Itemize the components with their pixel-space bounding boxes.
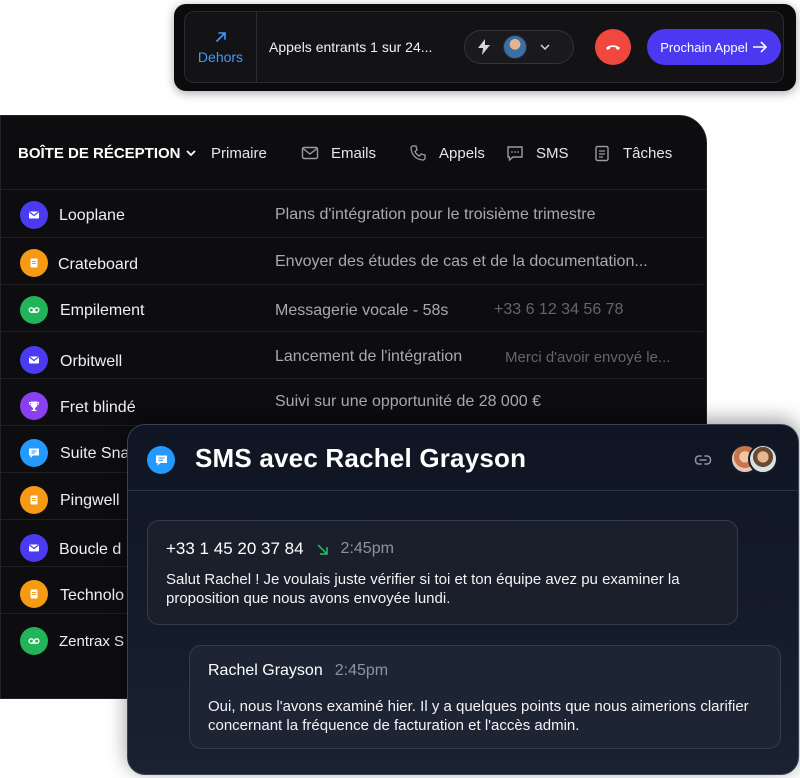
row-subject: Plans d'intégration pour le troisième tr… xyxy=(275,206,596,223)
message-text: Salut Rachel ! Je voulais juste vérifier… xyxy=(166,571,680,607)
mail-icon xyxy=(20,534,48,562)
sms-title: SMS avec Rachel Grayson xyxy=(195,443,527,473)
list-item[interactable]: Looplane Plans d'intégration pour le tro… xyxy=(1,191,703,238)
tab-label: Tâches xyxy=(623,144,673,162)
direction-toggle[interactable]: Dehors xyxy=(185,12,257,82)
tab-label: Primaire xyxy=(211,144,267,162)
message-bubble-incoming: +33 1 45 20 37 84 2:45pm Salut Rachel ! … xyxy=(147,520,738,625)
message-time: 2:45pm xyxy=(334,662,389,679)
lightning-icon xyxy=(478,39,490,55)
message-header: +33 1 45 20 37 84 2:45pm xyxy=(166,539,394,559)
chevron-down-icon xyxy=(185,150,196,157)
tab-tasks[interactable]: Tâches xyxy=(593,116,672,190)
mail-icon xyxy=(20,201,48,229)
avatar xyxy=(503,35,527,59)
avatar xyxy=(748,444,778,474)
inbox-title-dropdown[interactable]: BOÎTE DE RÉCEPTION xyxy=(18,116,197,190)
sms-conversation-panel: SMS avec Rachel Grayson +33 1 45 20 37 8… xyxy=(127,424,799,775)
row-company: Pingwell xyxy=(60,492,120,509)
tab-label: Appels xyxy=(439,144,485,162)
message-header: Rachel Grayson 2:45pm xyxy=(208,662,388,680)
row-company: Crateboard xyxy=(58,256,139,273)
row-company: Suite Sna xyxy=(60,445,130,462)
list-item[interactable]: Fret blindé Suivi sur une opportunité de… xyxy=(1,379,703,426)
tab-label: Emails xyxy=(331,144,377,162)
arrow-right-icon xyxy=(752,41,767,53)
sms-header: SMS avec Rachel Grayson xyxy=(128,425,798,491)
row-subject: Envoyer des études de cas et de la docum… xyxy=(275,253,648,270)
list-item[interactable]: Orbitwell Lancement de l'intégration Mer… xyxy=(1,332,703,379)
row-company: Boucle d xyxy=(59,541,122,558)
call-status-text: Appels entrants 1 sur 24... xyxy=(269,39,433,55)
message-time: 2:45pm xyxy=(340,540,394,557)
message-sender: +33 1 45 20 37 84 xyxy=(166,539,304,558)
row-company: Zentrax S xyxy=(59,633,125,650)
message-icon xyxy=(20,439,48,467)
participants-avatars[interactable] xyxy=(730,444,782,474)
clipboard-icon xyxy=(20,249,48,277)
message-text: Oui, nous l'avons examiné hier. Il y a q… xyxy=(208,698,749,734)
list-item[interactable]: Crateboard Envoyer des études de cas et … xyxy=(1,238,703,285)
mail-icon xyxy=(301,146,319,160)
row-company: Empilement xyxy=(60,302,145,319)
row-subject: Suivi sur une opportunité de 28 000 € xyxy=(275,393,541,410)
row-preview: Merci d'avoir envoyé le... xyxy=(505,349,671,366)
row-company: Fret blindé xyxy=(60,399,136,416)
mail-icon xyxy=(20,346,48,374)
link-icon[interactable] xyxy=(693,450,713,470)
call-bar: Dehors Appels entrants 1 sur 24... Proch… xyxy=(174,4,796,91)
clipboard-icon xyxy=(20,486,48,514)
list-item[interactable]: Empilement Messagerie vocale - 58s +33 6… xyxy=(1,285,703,332)
arrow-up-right-icon xyxy=(215,32,226,42)
row-phone-number: +33 6 12 34 56 78 xyxy=(494,301,624,318)
chevron-down-icon xyxy=(540,44,550,51)
call-bar-inner: Dehors Appels entrants 1 sur 24... Proch… xyxy=(184,11,784,83)
phone-hangup-icon xyxy=(606,45,620,50)
hangup-button[interactable] xyxy=(595,29,631,65)
inbox-title: BOÎTE DE RÉCEPTION xyxy=(18,144,181,162)
direction-label: Dehors xyxy=(197,49,244,65)
row-subject: Messagerie vocale - 58s xyxy=(275,302,449,319)
message-sender: Rachel Grayson xyxy=(208,662,323,679)
clipboard-icon xyxy=(595,145,609,162)
trophy-icon xyxy=(20,392,48,420)
message-icon xyxy=(147,446,175,474)
next-call-label: Prochain Appel xyxy=(660,39,748,55)
message-bubble-reply: Rachel Grayson 2:45pm Oui, nous l'avons … xyxy=(189,645,781,749)
row-company: Orbitwell xyxy=(60,353,123,370)
phone-icon xyxy=(410,145,426,161)
row-company: Technolo xyxy=(60,587,125,604)
inbox-tabs: BOÎTE DE RÉCEPTION Primaire Emails Appel… xyxy=(1,116,706,190)
row-subject: Lancement de l'intégration xyxy=(275,348,463,365)
clipboard-icon xyxy=(20,580,48,608)
call-assignee-dropdown[interactable] xyxy=(464,30,574,64)
next-call-button[interactable]: Prochain Appel xyxy=(647,29,781,65)
incoming-arrow-icon xyxy=(317,543,328,555)
tab-emails[interactable]: Emails xyxy=(301,116,376,190)
message-icon xyxy=(507,146,523,162)
voicemail-icon xyxy=(20,296,48,324)
voicemail-icon xyxy=(20,627,48,655)
tab-label: SMS xyxy=(536,144,569,162)
row-company: Looplane xyxy=(59,207,125,224)
tab-sms[interactable]: SMS xyxy=(506,116,569,190)
tab-primary[interactable]: Primaire xyxy=(211,116,267,190)
tab-calls[interactable]: Appels xyxy=(409,116,485,190)
